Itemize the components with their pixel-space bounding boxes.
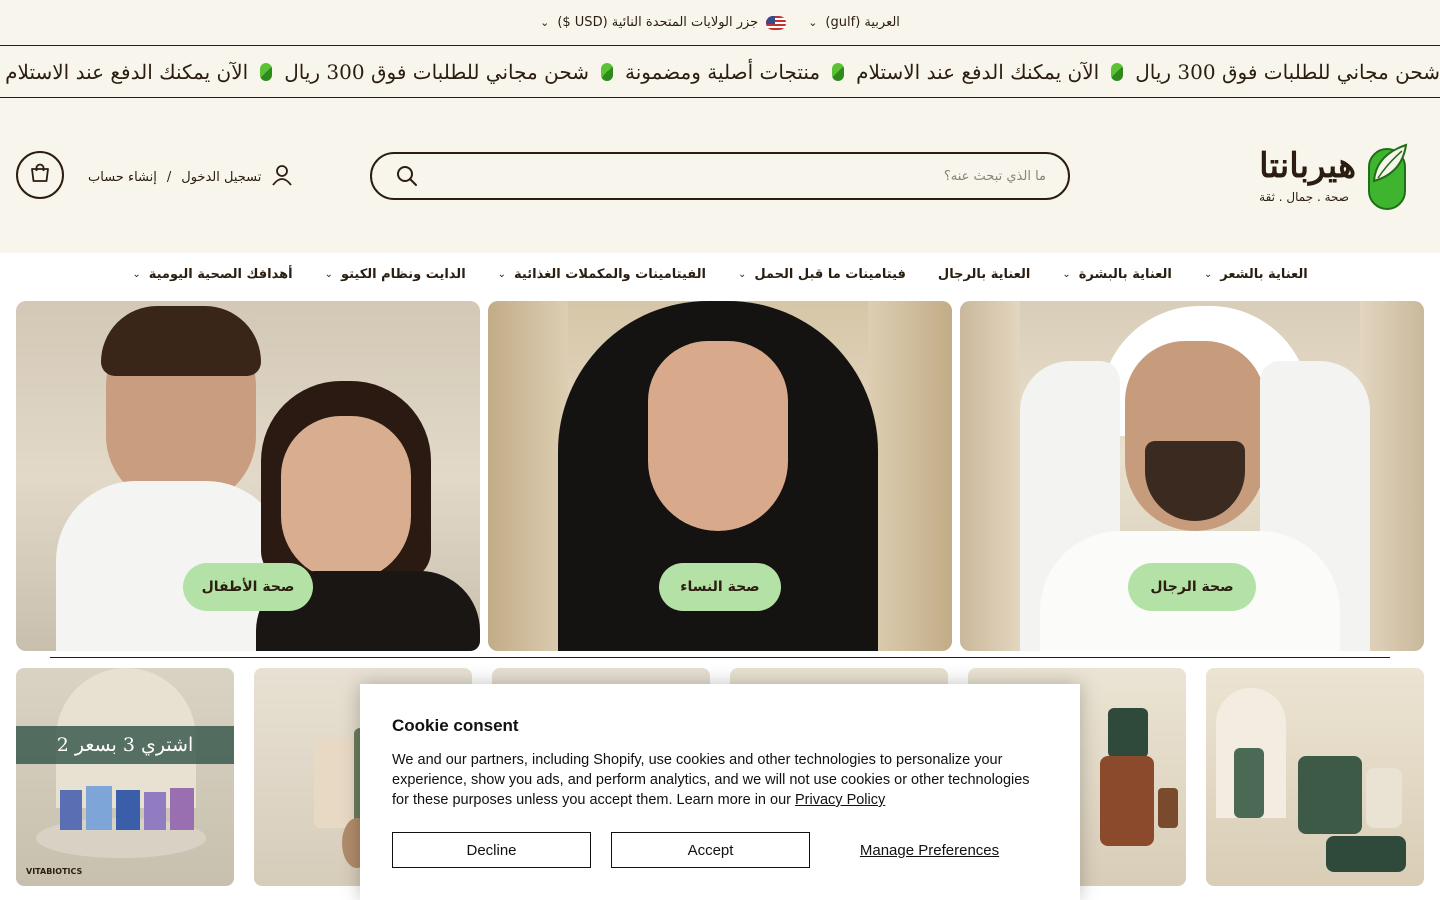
men-health-card[interactable]: صحة الرجال [960,301,1424,651]
chevron-down-icon: ⌄ [1203,268,1213,280]
nav-item-label: العناية بالرجال [937,266,1031,282]
account-separator: / [166,169,172,185]
marquee-text: الآن يمكنك الدفع عند الاستلام [856,59,1100,84]
leaf-bullet-icon [260,62,273,81]
leaf-bullet-icon [601,62,613,81]
chevron-down-icon: ⌄ [1062,268,1071,280]
decline-button[interactable]: Decline [392,832,591,868]
user-icon[interactable] [271,164,293,190]
cookie-body: We and our partners, including Shopify, … [392,750,1048,810]
marquee-track: شحن مجاني للطلبات فوق 300 ريال الآن يمكنك… [0,46,1440,97]
cart-button[interactable] [16,151,64,199]
chevron-down-icon: ⌄ [132,268,141,280]
promo-tile[interactable]: اشتري 3 بسعر 2 VITABIOTICS [16,668,234,886]
kids-health-button[interactable]: صحة الأطفال [183,563,313,611]
register-link[interactable]: إنشاء حساب [88,170,157,185]
nav-item-label: أهدافك الصحية اليومية [148,266,293,282]
cookie-consent-dialog: Cookie consent We and our partners, incl… [360,684,1080,900]
promo-brand: VITABIOTICS [26,867,83,876]
country-selector[interactable]: جزر الولايات المتحدة النائية (USD $) ⌄ [540,15,787,30]
nav-item[interactable]: العناية بالشعر ⌄ [1204,267,1308,282]
chevron-down-icon: ⌄ [737,268,747,280]
search-input[interactable] [420,168,1046,184]
chevron-down-icon: ⌄ [808,16,818,29]
chevron-down-icon: ⌄ [324,268,333,280]
marquee-text: منتجات أصلية ومضمونة [625,59,821,84]
language-selector[interactable]: العربية (gulf) ⌄ [808,15,900,30]
marquee-text: شحن مجاني للطلبات فوق 300 ريال [1135,59,1440,84]
us-flag-icon [766,15,787,30]
women-health-card[interactable]: صحة النساء [488,301,952,651]
promo-text: اشتري 3 بسعر 2 [16,726,234,764]
nav-item[interactable]: العناية بالبشرة ⌄ [1062,267,1172,282]
men-health-button[interactable]: صحة الرجال [1128,563,1256,611]
marquee-item: الآن يمكنك الدفع عند الاستلام [820,60,1099,84]
logo-name: هيربانتا [1259,146,1356,187]
privacy-policy-link[interactable]: Privacy Policy [795,792,885,808]
marquee-text: شحن مجاني للطلبات فوق 300 ريال [284,59,589,84]
leaf-bullet-icon [832,62,845,81]
marquee-text: الآن يمكنك الدفع عند الاستلام [5,59,249,84]
kids-health-card[interactable]: صحة الأطفال [16,301,480,651]
leaf-logo-icon [1366,141,1410,211]
nav-item[interactable]: أهدافك الصحية اليومية ⌄ [132,267,292,282]
nav-item-label: الدايت ونظام الكيتو [340,266,466,282]
country-label: جزر الولايات المتحدة النائية (USD $) [557,15,759,30]
marquee-item: منتجات أصلية ومضمونة [589,60,820,84]
manage-preferences-button[interactable]: Manage Preferences [830,832,1029,868]
marquee-item: شحن مجاني للطلبات فوق 300 ريال [1099,60,1440,84]
announcement-marquee: شحن مجاني للطلبات فوق 300 ريال الآن يمكنك… [0,45,1440,98]
cookie-title: Cookie consent [392,716,519,735]
nav-item-label: العناية بالبشرة [1078,266,1172,282]
search-icon[interactable] [394,163,420,189]
product-tile[interactable] [1206,668,1424,886]
section-divider [50,657,1390,658]
nav-item[interactable]: فيتامينات ما قبل الحمل ⌄ [738,267,906,282]
account-links: تسجيل الدخول / إنشاء حساب [88,164,293,190]
search-bar [370,152,1070,200]
nav-item[interactable]: العناية بالرجال [938,267,1030,282]
chevron-down-icon: ⌄ [497,268,507,280]
nav-item[interactable]: الدايت ونظام الكيتو ⌄ [325,267,466,282]
marquee-item: الآن يمكنك الدفع عند الاستلام [0,60,248,84]
site-header: هيربانتا صحة . جمال . ثقة تسجيل الدخول /… [0,98,1440,253]
main-navigation: العناية بالشعر ⌄ العناية بالبشرة ⌄ العناية ب… [0,253,1440,295]
logo-tagline: صحة . جمال . ثقة [1259,189,1349,204]
login-link[interactable]: تسجيل الدخول [181,170,261,185]
language-label: العربية (gulf) [825,15,900,30]
locale-bar: العربية (gulf) ⌄ جزر الولايات المتحدة ال… [0,0,1440,45]
hero-categories: صحة الرجال صحة النساء صحة الأطفال [0,301,1440,651]
nav-item-label: الفيتامينات والمكملات الغذائية [514,266,706,282]
leaf-bullet-icon [1111,62,1124,81]
women-health-button[interactable]: صحة النساء [659,563,781,611]
nav-item-label: فيتامينات ما قبل الحمل [754,266,906,282]
cookie-body-text: We and our partners, including Shopify, … [392,752,1030,808]
nav-item-label: العناية بالشعر [1220,266,1308,282]
accept-button[interactable]: Accept [611,832,810,868]
site-logo[interactable]: هيربانتا صحة . جمال . ثقة [1220,140,1410,212]
chevron-down-icon: ⌄ [540,16,550,29]
marquee-item: شحن مجاني للطلبات فوق 300 ريال [248,60,589,84]
bag-icon [29,162,51,188]
nav-item[interactable]: الفيتامينات والمكملات الغذائية ⌄ [498,267,706,282]
